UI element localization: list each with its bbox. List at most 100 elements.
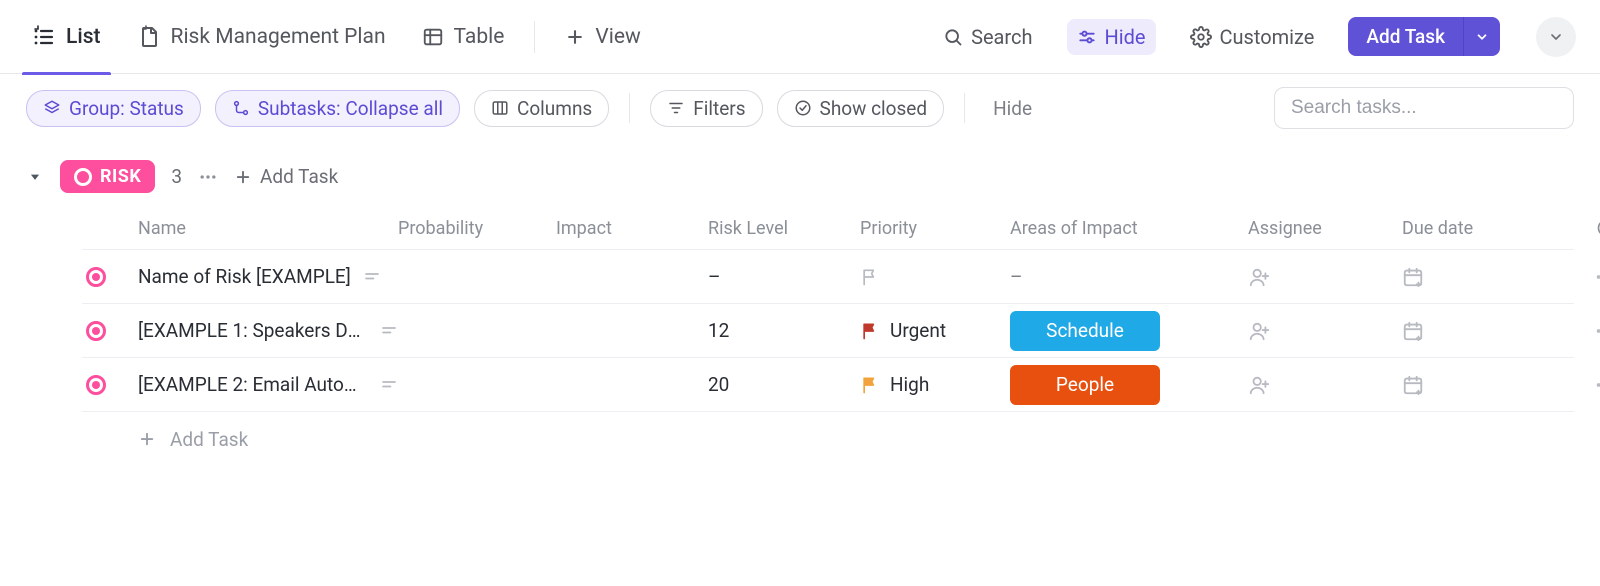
tab-list-label: List <box>66 25 101 49</box>
col-header-areas[interactable]: Areas of Impact <box>1010 218 1248 239</box>
col-header-name[interactable]: Name <box>138 218 398 239</box>
search-label: Search <box>971 25 1032 49</box>
columns-label: Columns <box>517 97 592 120</box>
row-more-button[interactable] <box>1594 320 1600 342</box>
col-header-priority[interactable]: Priority <box>860 218 1010 239</box>
priority-cell[interactable]: Urgent <box>860 319 946 342</box>
group-count: 3 <box>171 165 182 188</box>
task-name[interactable]: [EXAMPLE 2: Email Automation (Email ... <box>138 373 368 396</box>
list-body: RISK 3 Add Task Name Probability Impact … <box>0 142 1600 466</box>
status-dot-icon <box>74 168 92 186</box>
hide-button[interactable]: Hide <box>1067 19 1156 55</box>
group-add-task-label: Add Task <box>260 165 338 188</box>
table-row[interactable]: [EXAMPLE 2: Email Automation (Email ... … <box>82 358 1574 412</box>
show-closed-chip[interactable]: Show closed <box>777 90 945 127</box>
add-task-dropdown[interactable] <box>1464 17 1500 56</box>
subtasks-label: Subtasks: Collapse all <box>258 97 443 120</box>
due-date-cell[interactable] <box>1402 374 1570 396</box>
area-empty: – <box>1010 265 1022 288</box>
col-header-assignee[interactable]: Assignee <box>1248 218 1402 239</box>
area-badge[interactable]: Schedule <box>1010 311 1160 351</box>
tab-risk-plan-label: Risk Management Plan <box>171 25 386 49</box>
plus-icon <box>565 27 585 47</box>
search-button[interactable]: Search <box>933 19 1042 55</box>
status-pill-label: RISK <box>100 166 141 187</box>
topbar-more-button[interactable] <box>1536 17 1576 57</box>
cell-risk-level[interactable]: – <box>708 265 860 288</box>
toolbar-divider <box>629 93 630 123</box>
add-column-button[interactable] <box>1596 218 1600 238</box>
check-circle-icon <box>794 99 812 117</box>
columns-chip[interactable]: Columns <box>474 90 609 127</box>
tab-table[interactable]: Table <box>416 0 511 74</box>
col-header-probability[interactable]: Probability <box>398 218 556 239</box>
cell-risk-level[interactable]: 12 <box>708 319 860 342</box>
assignee-cell[interactable] <box>1248 320 1402 342</box>
assignee-cell[interactable] <box>1248 266 1402 288</box>
plus-icon <box>138 430 156 448</box>
task-name[interactable]: [EXAMPLE 1: Speakers Don't Show Up] <box>138 319 368 342</box>
tab-table-label: Table <box>454 25 505 49</box>
group-add-task-button[interactable]: Add Task <box>234 165 338 188</box>
add-task-row[interactable]: Add Task <box>82 412 1574 466</box>
priority-cell[interactable]: High <box>860 373 929 396</box>
group-by-chip[interactable]: Group: Status <box>26 90 201 127</box>
filters-label: Filters <box>693 97 745 120</box>
search-tasks-input[interactable] <box>1291 97 1557 119</box>
description-icon[interactable] <box>380 322 398 340</box>
add-task-label: Add Task <box>1366 25 1445 48</box>
task-status-dot[interactable] <box>86 375 106 395</box>
area-badge[interactable]: People <box>1010 365 1160 405</box>
task-name[interactable]: Name of Risk [EXAMPLE] <box>138 265 351 288</box>
cell-risk-level[interactable]: 20 <box>708 373 860 396</box>
table-row[interactable]: Name of Risk [EXAMPLE] – – <box>82 250 1574 304</box>
due-date-cell[interactable] <box>1402 266 1570 288</box>
tab-list[interactable]: List <box>26 0 107 74</box>
row-more-button[interactable] <box>1594 374 1600 396</box>
search-tasks-box[interactable] <box>1274 87 1574 129</box>
group-more-button[interactable] <box>198 167 218 187</box>
view-tab-bar: List Risk Management Plan Table View Sea… <box>0 0 1600 74</box>
table-icon <box>422 26 444 48</box>
group-collapse-toggle[interactable] <box>26 168 44 186</box>
due-date-cell[interactable] <box>1402 320 1570 342</box>
priority-label: High <box>890 373 929 396</box>
assignee-cell[interactable] <box>1248 374 1402 396</box>
col-header-due[interactable]: Due date <box>1402 218 1570 239</box>
chevron-down-icon <box>1475 30 1489 44</box>
description-icon[interactable] <box>363 268 381 286</box>
task-rows: Name of Risk [EXAMPLE] – – [EXAMPLE 1: S… <box>82 249 1574 412</box>
group-header-risk: RISK 3 Add Task <box>26 160 1574 193</box>
columns-icon <box>491 99 509 117</box>
list-icon <box>32 25 56 49</box>
task-status-dot[interactable] <box>86 321 106 341</box>
subtasks-chip[interactable]: Subtasks: Collapse all <box>215 90 460 127</box>
layers-icon <box>43 99 61 117</box>
tab-divider <box>534 21 535 53</box>
task-status-dot[interactable] <box>86 267 106 287</box>
add-view-button[interactable]: View <box>559 0 646 74</box>
chevron-down-icon <box>1548 29 1564 45</box>
priority-label: Urgent <box>890 319 946 342</box>
filter-icon <box>667 99 685 117</box>
hide-label: Hide <box>1105 25 1146 49</box>
description-icon[interactable] <box>380 376 398 394</box>
toolbar-hide-link[interactable]: Hide <box>985 93 1040 124</box>
tab-risk-plan[interactable]: Risk Management Plan <box>131 0 392 74</box>
row-more-button[interactable] <box>1594 266 1600 288</box>
add-task-row-label: Add Task <box>170 428 248 451</box>
add-task-split-button: Add Task <box>1348 17 1500 56</box>
add-task-button[interactable]: Add Task <box>1348 17 1464 56</box>
priority-cell[interactable] <box>860 267 880 287</box>
column-headers: Name Probability Impact Risk Level Prior… <box>26 207 1574 249</box>
table-row[interactable]: [EXAMPLE 1: Speakers Don't Show Up] 12 U… <box>82 304 1574 358</box>
group-by-label: Group: Status <box>69 97 184 120</box>
filters-chip[interactable]: Filters <box>650 90 762 127</box>
list-toolbar: Group: Status Subtasks: Collapse all Col… <box>0 74 1600 142</box>
col-header-risk-level[interactable]: Risk Level <box>708 218 860 239</box>
status-pill-risk[interactable]: RISK <box>60 160 155 193</box>
subtree-icon <box>232 99 250 117</box>
toolbar-divider <box>964 93 965 123</box>
customize-button[interactable]: Customize <box>1180 19 1325 55</box>
col-header-impact[interactable]: Impact <box>556 218 708 239</box>
